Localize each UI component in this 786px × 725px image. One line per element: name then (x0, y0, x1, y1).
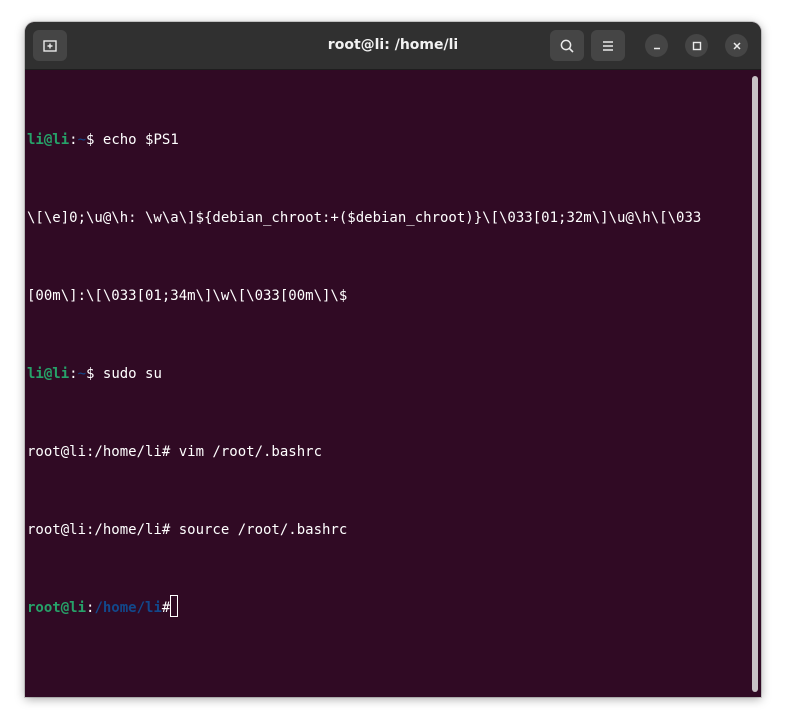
hamburger-menu-icon (603, 40, 613, 51)
minimize-button[interactable] (645, 34, 668, 57)
prompt-path: ~ (77, 366, 87, 382)
prompt-path: ~ (77, 132, 87, 148)
maximize-button[interactable] (685, 34, 708, 57)
maximize-icon (692, 41, 701, 50)
prompt-path: /home/li (94, 600, 162, 616)
terminal-output: li@li:~$ echo $PS1 \[\e]0;\u@\h: \w\a\]$… (27, 75, 701, 673)
terminal-line: root@li:/home/li# vim /root/.bashrc (27, 444, 323, 460)
text-cursor (170, 595, 179, 617)
terminal-line: root@li:/home/li# source /root/.bashrc (27, 522, 348, 538)
prompt-user-host: li@li (27, 366, 70, 382)
header-bar: root@li: /home/li (25, 22, 761, 70)
new-tab-button[interactable] (33, 30, 67, 61)
terminal-line: \[\e]0;\u@\h: \w\a\]${debian_chroot:+($d… (27, 210, 702, 226)
terminal-line: li@li:~$ echo $PS1 (27, 127, 701, 153)
prompt-symbol: $ (86, 366, 103, 382)
terminal-line: li@li:~$ sudo su (27, 361, 701, 387)
prompt-symbol: $ (86, 132, 103, 148)
prompt-user-host: root@li (27, 600, 87, 616)
terminal-area[interactable]: li@li:~$ echo $PS1 \[\e]0;\u@\h: \w\a\]$… (25, 70, 761, 697)
menu-button[interactable] (591, 30, 625, 61)
prompt-symbol: # (161, 600, 171, 616)
search-button[interactable] (550, 30, 584, 61)
prompt-separator: : (69, 132, 78, 148)
terminal-line: root@li:/home/li# (27, 595, 701, 621)
close-icon (732, 41, 741, 50)
prompt-user-host: li@li (27, 132, 70, 148)
terminal-window: root@li: /home/li li@li:~$ echo $PS1 \[\… (25, 22, 761, 697)
terminal-line: [00m\]:\[\033[01;34m\]\w\[\033[00m\]\$ (27, 288, 348, 304)
new-tab-icon (43, 39, 57, 52)
command-text: sudo su (102, 366, 162, 382)
scrollbar[interactable] (752, 76, 758, 692)
minimize-icon (653, 47, 660, 49)
prompt-separator: : (69, 366, 78, 382)
close-button[interactable] (725, 34, 748, 57)
search-icon (560, 39, 574, 53)
command-text: echo $PS1 (102, 132, 179, 148)
